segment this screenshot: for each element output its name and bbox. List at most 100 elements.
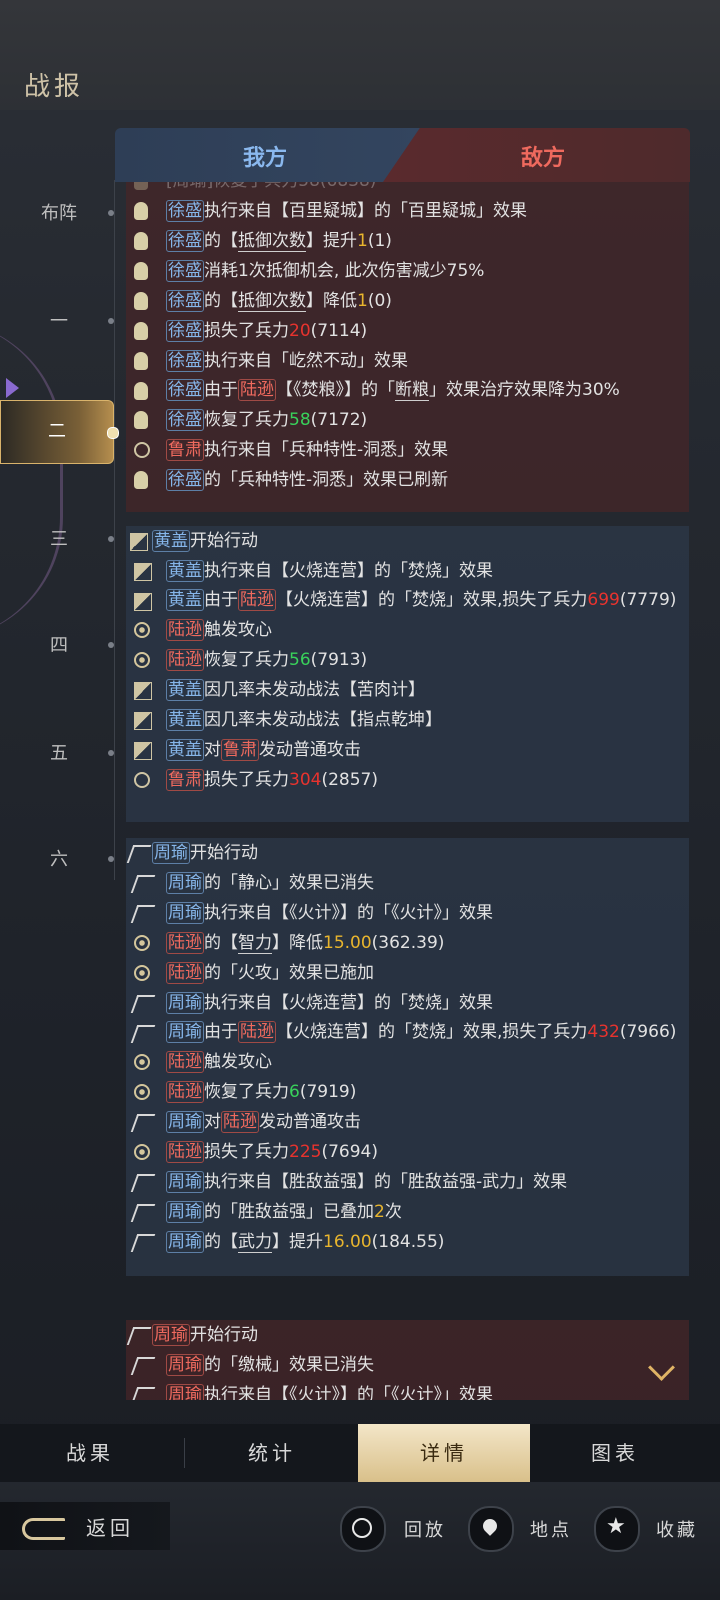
spear-icon bbox=[130, 1387, 156, 1400]
round-tab-3[interactable]: 三 bbox=[0, 520, 118, 560]
replay-button[interactable] bbox=[340, 1506, 386, 1552]
general-name[interactable]: 徐盛 bbox=[166, 379, 204, 401]
general-name[interactable]: 陆逊 bbox=[238, 589, 276, 611]
log-text: 执行来自【火烧连营】的「焚烧」效果 bbox=[204, 561, 493, 581]
general-name[interactable]: 周瑜 bbox=[166, 1384, 204, 1400]
log-keyword[interactable]: 智力 bbox=[238, 933, 272, 954]
general-name[interactable]: 周瑜 bbox=[166, 1111, 204, 1133]
general-name[interactable]: 周瑜 bbox=[166, 1201, 204, 1223]
general-name[interactable]: 陆逊 bbox=[166, 1051, 204, 1073]
log-text: 开始行动 bbox=[190, 1325, 258, 1345]
general-name[interactable]: 鲁肃 bbox=[166, 769, 204, 791]
log-line: 徐盛 执行来自「屹然不动」效果 bbox=[126, 346, 689, 376]
general-name[interactable]: 徐盛 bbox=[166, 290, 204, 312]
general-name[interactable]: 黄盖 bbox=[152, 530, 190, 552]
battle-report-screen: 战报 布阵 一 二 三 四 五 六 我方 敌方 [周瑜]恢复了兵力58(6838… bbox=[0, 0, 720, 1600]
battle-log[interactable]: [周瑜]恢复了兵力58(6838) 徐盛执行来自【百里疑城】的「百里疑城」效果 … bbox=[126, 182, 689, 1400]
log-keyword[interactable]: 断粮 bbox=[395, 380, 429, 401]
general-name[interactable]: 周瑜 bbox=[152, 1324, 190, 1346]
general-name[interactable]: 陆逊 bbox=[238, 1021, 276, 1043]
tab-details[interactable]: 详情 bbox=[358, 1424, 530, 1482]
log-text: 由于 bbox=[204, 380, 238, 400]
round-tab-2[interactable]: 二 bbox=[0, 400, 119, 464]
general-name[interactable]: 陆逊 bbox=[166, 619, 204, 641]
log-text: 执行来自【《火计》】的「《火计》」效果 bbox=[204, 1385, 493, 1400]
log-line: 周瑜 的【武力】提升16.00(184.55) bbox=[126, 1227, 689, 1257]
log-line: 徐盛 由于 陆逊 【《焚粮》】的「断粮」效果治疗效果降为30% bbox=[126, 376, 689, 405]
log-text: 的「缴械」效果已消失 bbox=[204, 1355, 374, 1375]
general-name[interactable]: 周瑜 bbox=[152, 842, 190, 864]
log-line: 徐盛 的【抵御次数】降低1(0) bbox=[126, 286, 689, 316]
general-name[interactable]: 鲁肃 bbox=[166, 439, 204, 461]
general-name[interactable]: 徐盛 bbox=[166, 200, 204, 222]
tab-label: 战果 bbox=[66, 1441, 114, 1465]
favorite-label[interactable]: 收藏 bbox=[656, 1516, 698, 1542]
back-button[interactable]: 返回 bbox=[0, 1502, 170, 1550]
tab-enemy-label: 敌方 bbox=[521, 146, 566, 171]
log-text: 由于 bbox=[204, 590, 238, 610]
general-name[interactable]: 徐盛 bbox=[166, 469, 204, 491]
log-line: [周瑜]恢复了兵力58(6838) bbox=[126, 182, 689, 196]
general-name[interactable]: 陆逊 bbox=[238, 379, 276, 401]
round-tab-6[interactable]: 六 bbox=[0, 840, 118, 880]
general-name[interactable]: 周瑜 bbox=[166, 992, 204, 1014]
general-name[interactable]: 徐盛 bbox=[166, 320, 204, 342]
shield-icon bbox=[134, 262, 148, 280]
log-value: 432 bbox=[587, 1022, 620, 1042]
log-line: 黄盖 执行来自【火烧连营】的「焚烧」效果 bbox=[126, 556, 689, 586]
location-label[interactable]: 地点 bbox=[530, 1516, 572, 1542]
general-name[interactable]: 周瑜 bbox=[166, 872, 204, 894]
general-name[interactable]: 周瑜 bbox=[166, 902, 204, 924]
general-name[interactable]: 陆逊 bbox=[166, 649, 204, 671]
log-line: 鲁肃 执行来自「兵种特性-洞悉」效果 bbox=[126, 435, 689, 465]
round-tab-1[interactable]: 一 bbox=[0, 302, 118, 342]
favorite-button[interactable]: ★ bbox=[594, 1506, 640, 1552]
general-name[interactable]: 陆逊 bbox=[166, 962, 204, 984]
general-name[interactable]: 黄盖 bbox=[166, 589, 204, 611]
general-name[interactable]: 陆逊 bbox=[166, 932, 204, 954]
general-name[interactable]: 黄盖 bbox=[166, 679, 204, 701]
tab-statistics[interactable]: 统计 bbox=[186, 1424, 358, 1482]
log-line: 周瑜 执行来自【《火计》】的「《火计》」效果 bbox=[126, 898, 689, 928]
general-name[interactable]: 徐盛 bbox=[166, 409, 204, 431]
log-text: [周瑜]恢复了兵力58(6838) bbox=[166, 182, 376, 191]
log-line: 徐盛 消耗1次抵御机会, 此次伤害减少75% bbox=[126, 256, 689, 286]
general-name[interactable]: 周瑜 bbox=[166, 1231, 204, 1253]
general-name[interactable]: 陆逊 bbox=[166, 1141, 204, 1163]
log-text: 【《焚粮》】的「 bbox=[276, 380, 395, 400]
general-name[interactable]: 徐盛 bbox=[166, 350, 204, 372]
general-name[interactable]: 黄盖 bbox=[166, 739, 204, 761]
location-button[interactable] bbox=[468, 1506, 514, 1552]
general-name[interactable]: 黄盖 bbox=[166, 560, 204, 582]
star-icon: ★ bbox=[606, 1514, 626, 1539]
tab-results[interactable]: 战果 bbox=[0, 1424, 180, 1482]
tab-charts[interactable]: 图表 bbox=[530, 1424, 700, 1482]
helmet-icon bbox=[134, 563, 152, 581]
general-name[interactable]: 周瑜 bbox=[166, 1354, 204, 1376]
replay-label[interactable]: 回放 bbox=[404, 1516, 446, 1542]
general-name[interactable]: 徐盛 bbox=[166, 230, 204, 252]
round-tab-deploy[interactable]: 布阵 bbox=[0, 194, 118, 234]
log-line: 周瑜 开始行动 bbox=[126, 1320, 689, 1350]
log-keyword[interactable]: 抵御次数 bbox=[238, 291, 306, 312]
log-line: 陆逊 的【智力】降低15.00(362.39) bbox=[126, 928, 689, 958]
log-keyword[interactable]: 抵御次数 bbox=[238, 231, 306, 252]
spear-icon bbox=[130, 1114, 156, 1132]
general-name[interactable]: 周瑜 bbox=[166, 1171, 204, 1193]
general-name[interactable]: 陆逊 bbox=[166, 1081, 204, 1103]
log-text: 执行来自【百里疑城】的「百里疑城」效果 bbox=[204, 201, 527, 221]
log-line: 周瑜对陆逊 发动普通攻击 bbox=[126, 1107, 689, 1137]
log-keyword[interactable]: 武力 bbox=[238, 1232, 272, 1253]
shield-icon bbox=[134, 411, 148, 429]
helmet-icon bbox=[134, 593, 152, 611]
round-tab-5[interactable]: 五 bbox=[0, 734, 118, 774]
round-tab-4[interactable]: 四 bbox=[0, 626, 118, 666]
general-name[interactable]: 徐盛 bbox=[166, 260, 204, 282]
log-text: 的「火攻」效果已施加 bbox=[204, 963, 374, 983]
log-value: 699 bbox=[587, 590, 620, 610]
general-name[interactable]: 陆逊 bbox=[221, 1111, 259, 1133]
general-name[interactable]: 鲁肃 bbox=[221, 739, 259, 761]
general-name[interactable]: 周瑜 bbox=[166, 1021, 204, 1043]
general-name[interactable]: 黄盖 bbox=[166, 709, 204, 731]
log-text: 】提升 bbox=[272, 1232, 323, 1252]
